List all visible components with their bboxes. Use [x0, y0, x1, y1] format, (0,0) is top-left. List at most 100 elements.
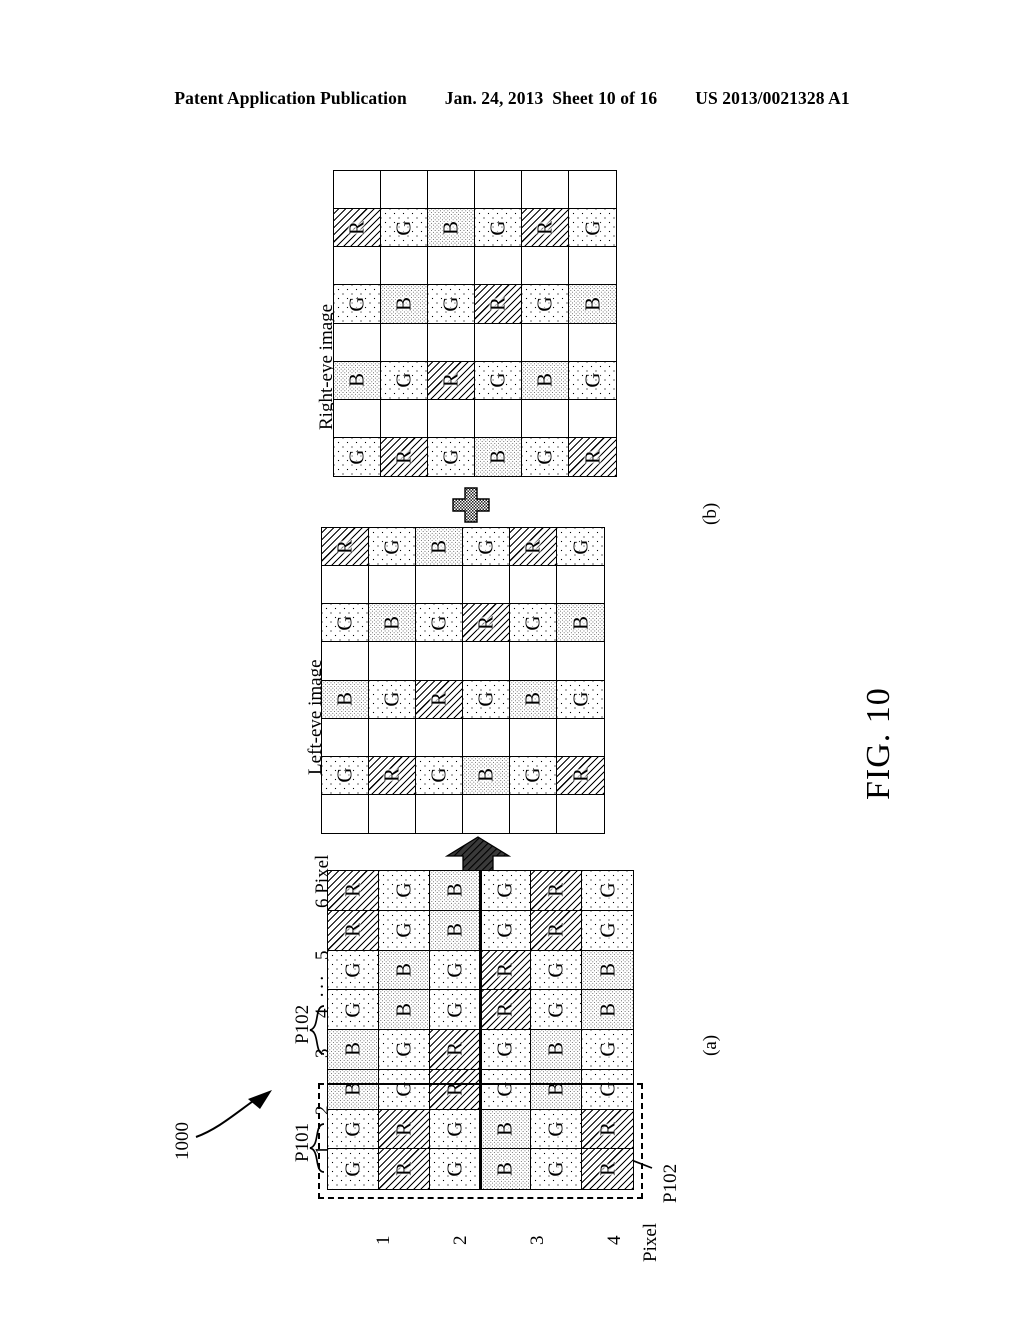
- subpixel-cell-empty: [369, 642, 416, 681]
- subpixel-letter: R: [344, 220, 369, 235]
- subpixel-cell-g: G: [582, 1030, 633, 1070]
- subpixel-cell-empty: [322, 794, 369, 833]
- subpixel-cell-empty: [463, 642, 510, 681]
- subpixel-letter: G: [473, 538, 498, 555]
- subpixel-cell-empty: [334, 171, 381, 210]
- header-sheet: Sheet 10 of 16: [552, 88, 658, 108]
- subpixel-letter: G: [595, 882, 620, 898]
- subpixel-cell-g: G: [531, 990, 583, 1030]
- subpixel-letter: R: [332, 539, 357, 554]
- subpixel-cell-g: G: [582, 910, 633, 951]
- subpixel-letter: G: [379, 691, 404, 707]
- subpixel-cell-r: R: [522, 209, 569, 248]
- panel-a-row-tick-4: 4: [604, 1235, 625, 1246]
- subpixel-letter: R: [543, 923, 568, 938]
- subpixel-cell-empty: [557, 718, 604, 757]
- subpixel-cell-b: B: [582, 990, 633, 1030]
- subpixel-letter: R: [426, 692, 451, 707]
- subpixel-letter: G: [391, 1041, 416, 1057]
- subpixel-cell-r: R: [416, 680, 463, 719]
- subpixel-letter: B: [543, 1042, 568, 1057]
- subpixel-cell-b: B: [463, 756, 510, 795]
- subpixel-letter: B: [344, 373, 369, 388]
- subpixel-cell-b: B: [522, 361, 569, 400]
- subpixel-cell-g: G: [334, 437, 381, 476]
- subpixel-cell-b: B: [378, 950, 430, 991]
- subpixel-letter: B: [379, 615, 404, 630]
- subpixel-letter: G: [332, 767, 357, 783]
- subpixel-letter: G: [595, 922, 620, 938]
- brace-P102: [309, 1005, 325, 1055]
- subpixel-cell-empty: [569, 247, 616, 286]
- subpixel-letter: G: [426, 615, 451, 631]
- subpixel-cell-empty: [428, 323, 475, 362]
- subpixel-letter: G: [391, 922, 416, 938]
- subpixel-letter: G: [438, 296, 463, 312]
- subpixel-cell-g: G: [381, 361, 428, 400]
- header-date-sheet: Jan. 24, 2013 Sheet 10 of 16: [445, 88, 657, 109]
- subpixel-letter: G: [391, 882, 416, 898]
- subpixel-letter: R: [379, 768, 404, 783]
- subpixel-cell-empty: [569, 323, 616, 362]
- subpixel-cell-r: R: [569, 437, 616, 476]
- subpixel-cell-g: G: [322, 604, 369, 643]
- subpixel-cell-empty: [510, 642, 557, 681]
- subpixel-letter: B: [340, 1042, 365, 1057]
- subpixel-letter: R: [391, 449, 416, 464]
- subpixel-cell-g: G: [416, 604, 463, 643]
- subpixel-cell-empty: [334, 323, 381, 362]
- panel-a-row-tick-2: 2: [450, 1235, 471, 1246]
- subpixel-letter: B: [391, 962, 416, 977]
- subpixel-cell-g: G: [378, 1030, 430, 1070]
- subpixel-cell-r: R: [429, 1030, 481, 1070]
- subpixel-cell-g: G: [381, 209, 428, 248]
- subpixel-cell-empty: [428, 247, 475, 286]
- subpixel-letter: G: [344, 449, 369, 465]
- subpixel-cell-g: G: [475, 361, 522, 400]
- subpixel-letter: G: [344, 296, 369, 312]
- subpixel-cell-empty: [334, 247, 381, 286]
- subpixel-cell-empty: [569, 171, 616, 210]
- subpixel-cell-empty: [463, 794, 510, 833]
- subpixel-cell-b: B: [531, 1030, 583, 1070]
- subpixel-letter: R: [492, 1002, 517, 1017]
- subpixel-letter: B: [438, 220, 463, 235]
- subpixel-cell-empty: [416, 642, 463, 681]
- subpixel-letter: G: [438, 449, 463, 465]
- subpixel-letter: G: [580, 220, 604, 236]
- subpixel-cell-r: R: [463, 604, 510, 643]
- subpixel-cell-b: B: [429, 910, 481, 951]
- subpixel-cell-g: G: [480, 871, 532, 911]
- subpixel-cell-g: G: [569, 361, 616, 400]
- subpixel-cell-r: R: [381, 437, 428, 476]
- subpixel-letter: B: [568, 615, 592, 630]
- subpixel-cell-empty: [428, 171, 475, 210]
- subpixel-cell-b: B: [582, 950, 633, 991]
- subpixel-cell-empty: [381, 171, 428, 210]
- subpixel-letter: B: [426, 539, 451, 554]
- subpixel-letter: B: [442, 883, 467, 898]
- subpixel-cell-b: B: [557, 604, 604, 643]
- subpixel-letter: G: [492, 882, 517, 898]
- subpixel-letter: B: [520, 692, 545, 707]
- subpixel-cell-empty: [522, 247, 569, 286]
- subpixel-cell-g: G: [369, 528, 416, 567]
- subpixel-cell-g: G: [378, 871, 430, 911]
- subpixel-cell-r: R: [480, 990, 532, 1030]
- subpixel-cell-empty: [522, 171, 569, 210]
- subpixel-letter: G: [568, 691, 592, 707]
- subpixel-cell-empty: [557, 794, 604, 833]
- subpixel-cell-r: R: [334, 209, 381, 248]
- subpixel-cell-empty: [522, 323, 569, 362]
- subpixel-letter: R: [438, 373, 463, 388]
- right-eye-image-grid: R G B G R G G B G R G B B G R G B G G R G B G R: [333, 170, 617, 477]
- subpixel-letter: B: [595, 1002, 620, 1017]
- header-publication: Patent Application Publication: [174, 88, 407, 108]
- subpixel-letter: G: [543, 962, 568, 978]
- subpixel-letter: B: [485, 449, 510, 464]
- subpixel-letter: R: [532, 220, 557, 235]
- subpixel-cell-r: R: [510, 528, 557, 567]
- subpixel-letter: G: [532, 449, 557, 465]
- subpixel-letter: B: [532, 373, 557, 388]
- subpixel-cell-b: B: [416, 528, 463, 567]
